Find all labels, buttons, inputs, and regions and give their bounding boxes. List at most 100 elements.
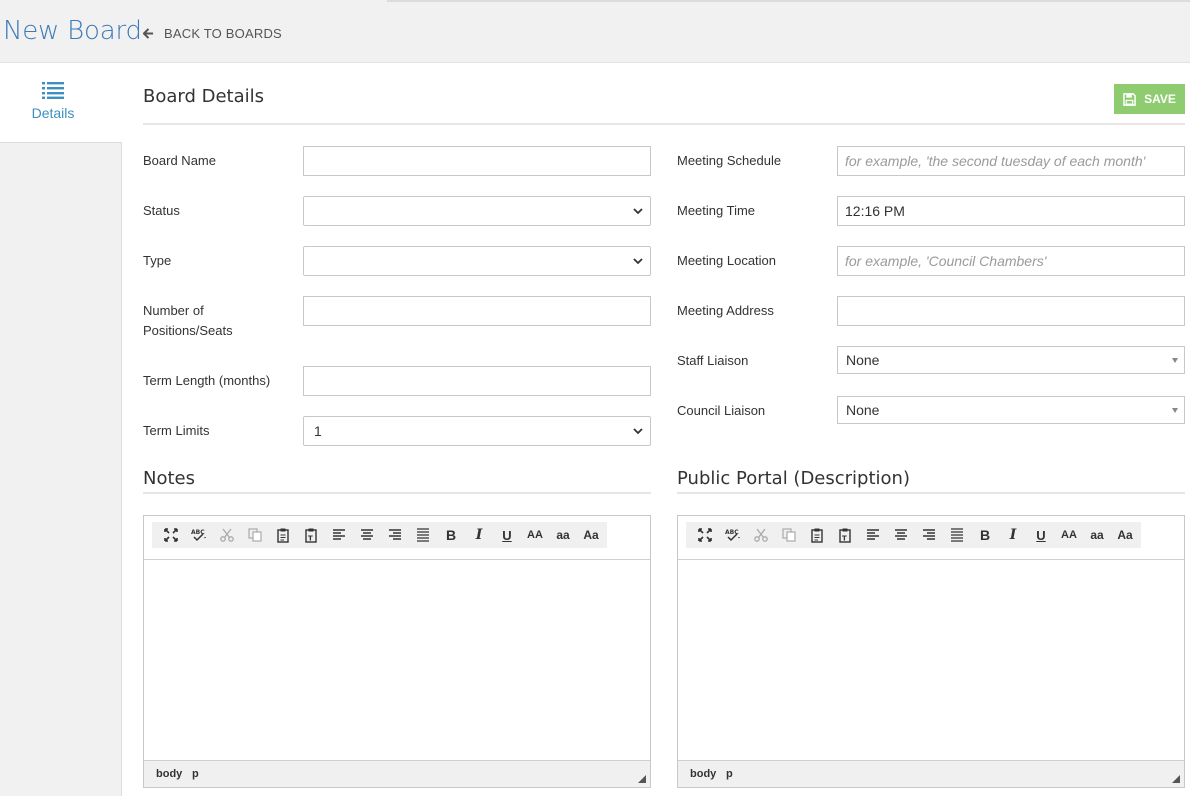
header-top-line — [387, 0, 1190, 2]
paste-icon — [811, 528, 823, 543]
align-left-button[interactable] — [325, 522, 353, 548]
capitalize-button[interactable]: Aa — [1111, 522, 1139, 548]
fullscreen-button[interactable] — [691, 522, 719, 548]
spellcheck-button[interactable]: ABC — [719, 522, 747, 548]
term-limits-value: 1 — [314, 423, 322, 439]
cut-button[interactable] — [747, 522, 775, 548]
back-link-label: BACK TO BOARDS — [164, 26, 282, 41]
toolbar-group: ABC T B I U AA aa Aa — [152, 522, 607, 548]
meeting-schedule-input[interactable]: for example, 'the second tuesday of each… — [837, 146, 1185, 176]
council-liaison-label: Council Liaison — [677, 403, 766, 418]
meeting-time-input[interactable]: 12:16 PM — [837, 196, 1185, 226]
align-left-icon — [333, 529, 345, 540]
status-path-body[interactable]: body — [690, 768, 716, 780]
public-portal-editor-toolbar: ABC T B I U AA aa Aa — [678, 516, 1184, 560]
align-left-button[interactable] — [859, 522, 887, 548]
resize-grip-icon[interactable] — [1172, 775, 1180, 783]
spellcheck-icon: ABC — [191, 529, 206, 542]
fullscreen-button[interactable] — [157, 522, 185, 548]
positions-label-line1: Number of — [143, 303, 204, 318]
status-select[interactable] — [303, 196, 651, 226]
board-name-input[interactable] — [303, 146, 651, 176]
chevron-down-icon — [633, 428, 643, 435]
spellcheck-button[interactable]: ABC — [185, 522, 213, 548]
paste-button[interactable] — [803, 522, 831, 548]
uppercase-icon: AA — [1061, 529, 1077, 541]
italic-button[interactable]: I — [465, 522, 493, 548]
paste-text-button[interactable]: T — [831, 522, 859, 548]
meeting-location-input[interactable]: for example, 'Council Chambers' — [837, 246, 1185, 276]
arrow-left-icon — [143, 28, 154, 39]
notes-title: Notes — [143, 468, 195, 489]
meeting-address-input[interactable] — [837, 296, 1185, 326]
justify-button[interactable] — [409, 522, 437, 548]
notes-divider — [143, 492, 651, 494]
public-portal-editor-body[interactable] — [678, 561, 1184, 760]
bold-button[interactable]: B — [437, 522, 465, 548]
back-to-boards-link[interactable]: BACK TO BOARDS — [143, 26, 282, 41]
align-center-icon — [361, 529, 373, 540]
fullscreen-icon — [698, 528, 712, 542]
save-button[interactable]: SAVE — [1114, 84, 1185, 114]
resize-grip-icon[interactable] — [638, 775, 646, 783]
paste-button[interactable] — [269, 522, 297, 548]
positions-input[interactable] — [303, 296, 651, 326]
lowercase-icon: aa — [1090, 528, 1104, 542]
positions-label: Number of Positions/Seats — [143, 301, 233, 341]
align-right-button[interactable] — [915, 522, 943, 548]
lowercase-button[interactable]: aa — [549, 522, 577, 548]
cut-button[interactable] — [213, 522, 241, 548]
status-path-p[interactable]: p — [192, 768, 199, 780]
status-label: Status — [143, 203, 180, 218]
align-center-button[interactable] — [353, 522, 381, 548]
page-title: New Board — [3, 16, 142, 46]
dropdown-arrow-icon — [1172, 408, 1178, 413]
spellcheck-icon: ABC — [725, 529, 740, 542]
paste-icon — [277, 528, 289, 543]
underline-button[interactable]: U — [1027, 522, 1055, 548]
italic-button[interactable]: I — [999, 522, 1027, 548]
status-path-p[interactable]: p — [726, 768, 733, 780]
meeting-address-label: Meeting Address — [677, 303, 774, 318]
sidebar-tab-label: Details — [31, 105, 75, 121]
copy-button[interactable] — [775, 522, 803, 548]
type-select[interactable] — [303, 246, 651, 276]
sidebar-tab-details[interactable]: Details — [0, 63, 122, 143]
section-divider — [143, 123, 1185, 125]
dropdown-arrow-icon — [1172, 358, 1178, 363]
term-length-input[interactable] — [303, 366, 651, 396]
underline-button[interactable]: U — [493, 522, 521, 548]
capitalize-button[interactable]: Aa — [577, 522, 605, 548]
capitalize-icon: Aa — [583, 528, 599, 542]
term-limits-select[interactable]: 1 — [303, 416, 651, 446]
type-label: Type — [143, 253, 172, 268]
board-details-title: Board Details — [143, 86, 265, 107]
svg-text:T: T — [308, 535, 313, 543]
public-portal-editor[interactable]: ABC T B I U AA aa Aa body p — [677, 515, 1185, 788]
align-center-button[interactable] — [887, 522, 915, 548]
align-right-button[interactable] — [381, 522, 409, 548]
italic-icon: I — [475, 527, 483, 543]
uppercase-button[interactable]: AA — [1055, 522, 1083, 548]
justify-button[interactable] — [943, 522, 971, 548]
uppercase-button[interactable]: AA — [521, 522, 549, 548]
notes-editor[interactable]: ABC T B I U AA aa Aa body p — [143, 515, 651, 788]
paste-text-icon: T — [839, 528, 851, 543]
capitalize-icon: Aa — [1117, 528, 1133, 542]
bold-icon: B — [979, 527, 991, 543]
meeting-location-label: Meeting Location — [677, 253, 777, 268]
cut-icon — [754, 528, 768, 542]
copy-button[interactable] — [241, 522, 269, 548]
notes-editor-body[interactable] — [144, 561, 650, 760]
chevron-down-icon — [633, 208, 643, 215]
lowercase-button[interactable]: aa — [1083, 522, 1111, 548]
align-right-icon — [389, 529, 401, 540]
underline-icon: U — [502, 527, 512, 543]
copy-icon — [248, 528, 262, 542]
staff-liaison-select[interactable]: None — [837, 346, 1185, 374]
status-path-body[interactable]: body — [156, 768, 182, 780]
bold-button[interactable]: B — [971, 522, 999, 548]
paste-text-button[interactable]: T — [297, 522, 325, 548]
positions-label-line2: Positions/Seats — [143, 323, 233, 338]
council-liaison-select[interactable]: None — [837, 396, 1185, 424]
